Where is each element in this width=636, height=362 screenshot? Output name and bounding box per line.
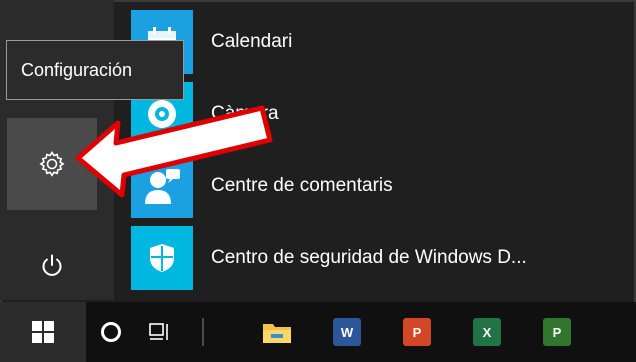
project-icon: P	[543, 318, 571, 346]
cortana-button[interactable]	[86, 302, 136, 362]
settings-tooltip: Configuración	[6, 40, 184, 100]
excel-icon: X	[473, 318, 501, 346]
power-button[interactable]	[7, 220, 97, 312]
shield-icon	[150, 244, 174, 272]
app-label: Centro de seguridad de Windows D...	[211, 247, 527, 268]
tooltip-text: Configuración	[21, 59, 133, 80]
app-label: Calendari	[211, 31, 293, 52]
excel-button[interactable]: X	[452, 302, 522, 362]
app-tile	[131, 226, 193, 290]
settings-button[interactable]	[7, 118, 97, 210]
app-list-item-camera[interactable]: Càmera	[131, 82, 636, 146]
app-list-item-calendar[interactable]: Calendari	[131, 10, 636, 74]
power-icon	[42, 254, 62, 276]
taskbar-separator	[202, 318, 204, 346]
powerpoint-button[interactable]: P	[382, 302, 452, 362]
feedback-person-icon	[145, 169, 180, 204]
app-tile	[131, 154, 193, 218]
app-list-item-security-center[interactable]: Centro de seguridad de Windows D...	[131, 226, 636, 290]
app-label: Centre de comentaris	[211, 175, 393, 196]
camera-icon	[148, 100, 176, 128]
start-button[interactable]	[0, 302, 86, 362]
project-button[interactable]: P	[522, 302, 592, 362]
folder-icon	[263, 324, 291, 343]
word-button[interactable]: W	[312, 302, 382, 362]
task-view-button[interactable]	[136, 302, 182, 362]
file-explorer-button[interactable]	[242, 302, 312, 362]
app-label: Càmera	[211, 103, 279, 124]
gear-icon	[39, 151, 65, 177]
cortana-circle-icon	[101, 322, 121, 342]
taskbar: W P X P	[0, 302, 636, 362]
word-icon: W	[333, 318, 361, 346]
app-list-item-feedback[interactable]: Centre de comentaris	[131, 154, 636, 218]
powerpoint-icon: P	[403, 318, 431, 346]
windows-logo-icon	[32, 321, 54, 343]
task-view-icon	[149, 323, 168, 340]
